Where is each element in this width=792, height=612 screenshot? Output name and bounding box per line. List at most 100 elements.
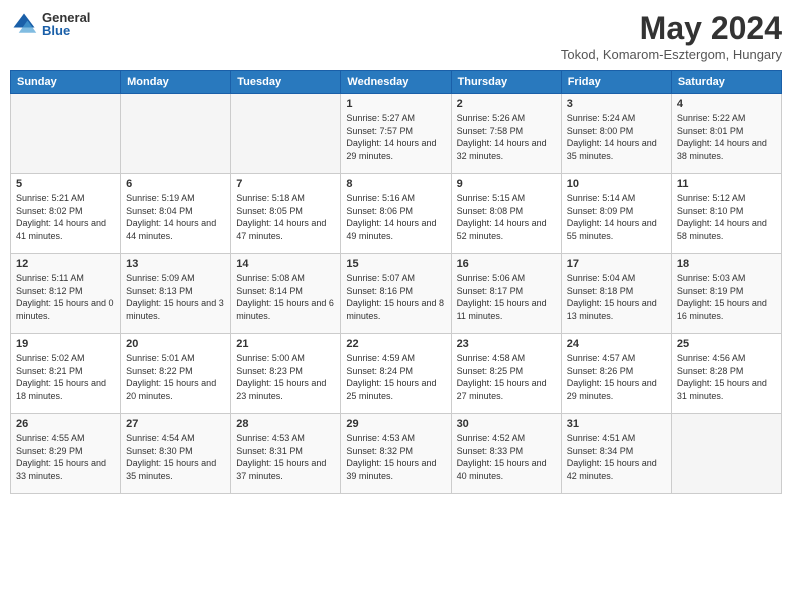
day-number: 16 (457, 258, 556, 270)
day-info: Sunrise: 4:53 AMSunset: 8:32 PMDaylight:… (346, 432, 445, 482)
calendar-cell: 23 Sunrise: 4:58 AMSunset: 8:25 PMDayligh… (451, 334, 561, 414)
calendar-header-saturday: Saturday (671, 71, 781, 94)
calendar-cell: 3 Sunrise: 5:24 AMSunset: 8:00 PMDaylight… (561, 94, 671, 174)
day-number: 28 (236, 418, 335, 430)
calendar-cell: 29 Sunrise: 4:53 AMSunset: 8:32 PMDayligh… (341, 414, 451, 494)
page: General Blue May 2024 Tokod, Komarom-Esz… (0, 0, 792, 612)
day-number: 25 (677, 338, 776, 350)
calendar-cell: 30 Sunrise: 4:52 AMSunset: 8:33 PMDayligh… (451, 414, 561, 494)
calendar-cell: 12 Sunrise: 5:11 AMSunset: 8:12 PMDayligh… (11, 254, 121, 334)
day-number: 23 (457, 338, 556, 350)
day-number: 14 (236, 258, 335, 270)
calendar-cell: 9 Sunrise: 5:15 AMSunset: 8:08 PMDaylight… (451, 174, 561, 254)
calendar-cell: 5 Sunrise: 5:21 AMSunset: 8:02 PMDaylight… (11, 174, 121, 254)
logo: General Blue (10, 10, 90, 38)
day-number: 3 (567, 98, 666, 110)
day-number: 30 (457, 418, 556, 430)
calendar-cell: 21Sunrise: 5:00 AMSunset: 8:23 PMDayligh… (231, 334, 341, 414)
calendar-cell: 11 Sunrise: 5:12 AMSunset: 8:10 PMDayligh… (671, 174, 781, 254)
day-info: Sunrise: 4:54 AMSunset: 8:30 PMDaylight:… (126, 432, 225, 482)
header: General Blue May 2024 Tokod, Komarom-Esz… (10, 10, 782, 62)
day-info: Sunrise: 4:55 AMSunset: 8:29 PMDaylight:… (16, 432, 115, 482)
day-number: 11 (677, 178, 776, 190)
calendar-week-3: 12 Sunrise: 5:11 AMSunset: 8:12 PMDayligh… (11, 254, 782, 334)
day-info: Sunrise: 5:12 AMSunset: 8:10 PMDaylight:… (677, 192, 776, 242)
calendar-header-row: SundayMondayTuesdayWednesdayThursdayFrid… (11, 71, 782, 94)
day-number: 7 (236, 178, 335, 190)
logo-blue-text: Blue (42, 24, 90, 37)
day-info: Sunrise: 5:07 AMSunset: 8:16 PMDaylight:… (346, 272, 445, 322)
calendar-cell: 10 Sunrise: 5:14 AMSunset: 8:09 PMDayligh… (561, 174, 671, 254)
day-info: Sunrise: 5:11 AMSunset: 8:12 PMDaylight:… (16, 272, 115, 322)
calendar-header-sunday: Sunday (11, 71, 121, 94)
calendar-week-4: 19Sunrise: 5:02 AMSunset: 8:21 PMDayligh… (11, 334, 782, 414)
calendar-cell: 24Sunrise: 4:57 AMSunset: 8:26 PMDayligh… (561, 334, 671, 414)
day-number: 18 (677, 258, 776, 270)
calendar-cell: 17Sunrise: 5:04 AMSunset: 8:18 PMDayligh… (561, 254, 671, 334)
day-number: 17 (567, 258, 666, 270)
day-info: Sunrise: 5:26 AMSunset: 7:58 PMDaylight:… (457, 112, 556, 162)
calendar-cell (671, 414, 781, 494)
day-info: Sunrise: 4:51 AMSunset: 8:34 PMDaylight:… (567, 432, 666, 482)
calendar-table: SundayMondayTuesdayWednesdayThursdayFrid… (10, 70, 782, 494)
calendar-header-monday: Monday (121, 71, 231, 94)
logo-icon (10, 10, 38, 38)
day-info: Sunrise: 5:19 AMSunset: 8:04 PMDaylight:… (126, 192, 225, 242)
day-number: 8 (346, 178, 445, 190)
day-info: Sunrise: 5:01 AMSunset: 8:22 PMDaylight:… (126, 352, 225, 402)
day-info: Sunrise: 5:22 AMSunset: 8:01 PMDaylight:… (677, 112, 776, 162)
day-info: Sunrise: 4:58 AMSunset: 8:25 PMDaylight:… (457, 352, 556, 402)
day-number: 12 (16, 258, 115, 270)
day-info: Sunrise: 4:53 AMSunset: 8:31 PMDaylight:… (236, 432, 335, 482)
calendar-cell: 20Sunrise: 5:01 AMSunset: 8:22 PMDayligh… (121, 334, 231, 414)
day-info: Sunrise: 5:27 AMSunset: 7:57 PMDaylight:… (346, 112, 445, 162)
calendar-week-5: 26 Sunrise: 4:55 AMSunset: 8:29 PMDayligh… (11, 414, 782, 494)
day-number: 15 (346, 258, 445, 270)
day-number: 9 (457, 178, 556, 190)
calendar-header-tuesday: Tuesday (231, 71, 341, 94)
day-info: Sunrise: 4:52 AMSunset: 8:33 PMDaylight:… (457, 432, 556, 482)
day-number: 1 (346, 98, 445, 110)
day-number: 19 (16, 338, 115, 350)
day-info: Sunrise: 5:18 AMSunset: 8:05 PMDaylight:… (236, 192, 335, 242)
title-section: May 2024 Tokod, Komarom-Esztergom, Hunga… (561, 10, 782, 62)
calendar-cell: 19Sunrise: 5:02 AMSunset: 8:21 PMDayligh… (11, 334, 121, 414)
day-number: 4 (677, 98, 776, 110)
day-info: Sunrise: 5:24 AMSunset: 8:00 PMDaylight:… (567, 112, 666, 162)
calendar-cell (11, 94, 121, 174)
day-number: 22 (346, 338, 445, 350)
calendar-cell: 22Sunrise: 4:59 AMSunset: 8:24 PMDayligh… (341, 334, 451, 414)
day-info: Sunrise: 5:03 AMSunset: 8:19 PMDaylight:… (677, 272, 776, 322)
day-info: Sunrise: 5:16 AMSunset: 8:06 PMDaylight:… (346, 192, 445, 242)
calendar-cell: 13 Sunrise: 5:09 AMSunset: 8:13 PMDayligh… (121, 254, 231, 334)
day-info: Sunrise: 5:08 AMSunset: 8:14 PMDaylight:… (236, 272, 335, 322)
day-number: 6 (126, 178, 225, 190)
day-number: 5 (16, 178, 115, 190)
day-number: 13 (126, 258, 225, 270)
calendar-cell: 27 Sunrise: 4:54 AMSunset: 8:30 PMDayligh… (121, 414, 231, 494)
day-number: 26 (16, 418, 115, 430)
day-info: Sunrise: 5:21 AMSunset: 8:02 PMDaylight:… (16, 192, 115, 242)
day-number: 21 (236, 338, 335, 350)
day-number: 10 (567, 178, 666, 190)
day-info: Sunrise: 5:15 AMSunset: 8:08 PMDaylight:… (457, 192, 556, 242)
calendar-week-1: 1 Sunrise: 5:27 AMSunset: 7:57 PMDaylight… (11, 94, 782, 174)
day-number: 29 (346, 418, 445, 430)
calendar-cell: 28 Sunrise: 4:53 AMSunset: 8:31 PMDayligh… (231, 414, 341, 494)
calendar-cell: 6 Sunrise: 5:19 AMSunset: 8:04 PMDaylight… (121, 174, 231, 254)
calendar-cell: 1 Sunrise: 5:27 AMSunset: 7:57 PMDaylight… (341, 94, 451, 174)
calendar-cell: 25Sunrise: 4:56 AMSunset: 8:28 PMDayligh… (671, 334, 781, 414)
main-title: May 2024 (561, 10, 782, 47)
day-number: 27 (126, 418, 225, 430)
calendar-cell: 4 Sunrise: 5:22 AMSunset: 8:01 PMDaylight… (671, 94, 781, 174)
day-info: Sunrise: 5:14 AMSunset: 8:09 PMDaylight:… (567, 192, 666, 242)
calendar-cell: 7 Sunrise: 5:18 AMSunset: 8:05 PMDaylight… (231, 174, 341, 254)
subtitle: Tokod, Komarom-Esztergom, Hungary (561, 47, 782, 62)
calendar-cell: 26 Sunrise: 4:55 AMSunset: 8:29 PMDayligh… (11, 414, 121, 494)
day-info: Sunrise: 5:09 AMSunset: 8:13 PMDaylight:… (126, 272, 225, 322)
calendar-cell: 31Sunrise: 4:51 AMSunset: 8:34 PMDayligh… (561, 414, 671, 494)
calendar-cell: 14 Sunrise: 5:08 AMSunset: 8:14 PMDayligh… (231, 254, 341, 334)
day-info: Sunrise: 4:57 AMSunset: 8:26 PMDaylight:… (567, 352, 666, 402)
day-info: Sunrise: 5:06 AMSunset: 8:17 PMDaylight:… (457, 272, 556, 322)
calendar-cell (231, 94, 341, 174)
